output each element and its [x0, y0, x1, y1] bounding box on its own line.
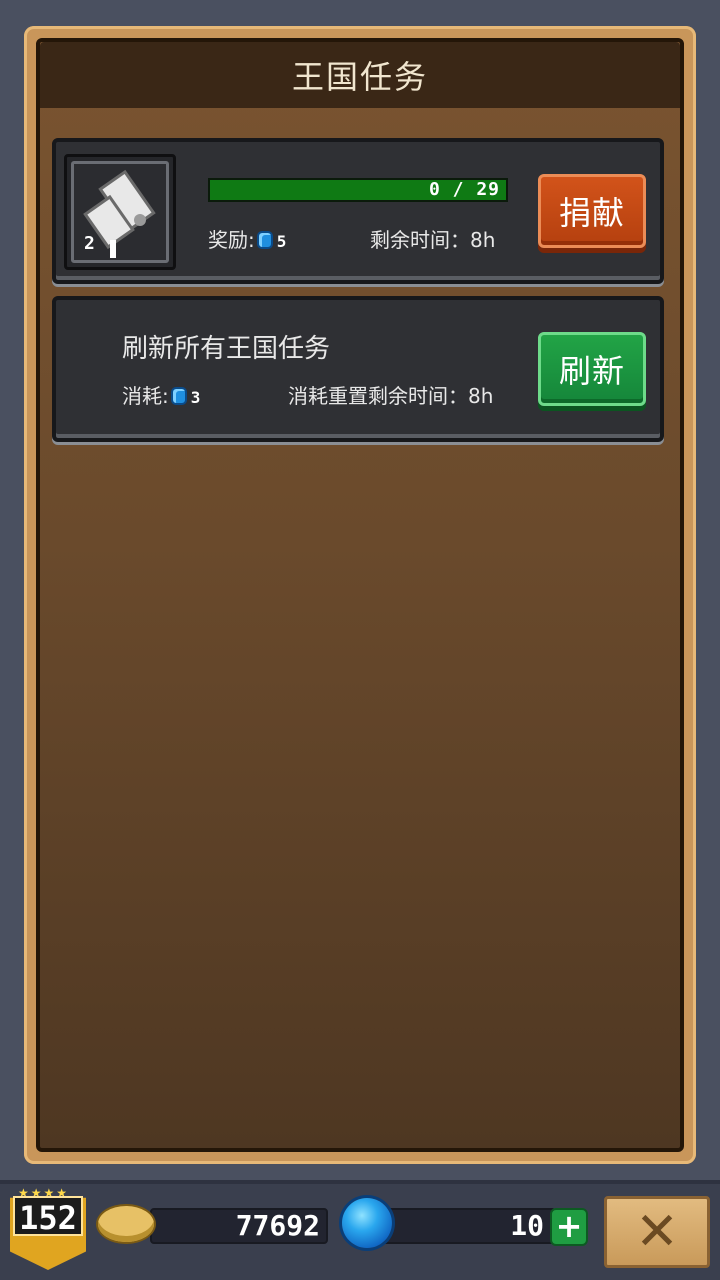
close-icon: ✕ — [635, 1202, 679, 1262]
coins-amount: 77692 — [235, 1209, 320, 1242]
cost-row: 消耗: 3 — [122, 380, 200, 409]
close-button[interactable]: ✕ — [604, 1196, 710, 1268]
gem-icon — [256, 231, 273, 249]
reward-row: 奖励: 5 — [208, 224, 286, 253]
refresh-button[interactable]: 刷新 — [538, 332, 646, 406]
donate-button[interactable]: 捐献 — [538, 174, 646, 248]
task-progress-bar: 0 / 29 — [208, 178, 508, 202]
gems-amount: 10 — [510, 1209, 544, 1242]
player-level: 152 — [13, 1196, 83, 1237]
refresh-tasks-card: 刷新所有王国任务 消耗: 3 消耗重置剩余时间：8h 刷新 — [52, 296, 664, 442]
cost-label: 消耗: — [122, 384, 169, 408]
task-progress-text: 0 / 29 — [428, 179, 500, 200]
add-gems-button[interactable]: + — [550, 1208, 588, 1246]
reward-amount: 5 — [276, 232, 287, 251]
gem-icon — [342, 1198, 392, 1248]
panel-header: 王国任务 — [40, 42, 680, 108]
gem-icon — [170, 387, 187, 405]
kingdom-task-screen: 王国任务 2 0 / 29 奖励: 5 剩余时间：8h 捐献 刷新所有王国任务 … — [0, 0, 720, 1280]
task-item-slot: 2 — [64, 154, 176, 270]
reward-label: 奖励: — [208, 228, 255, 252]
panel-title: 王国任务 — [291, 58, 428, 96]
coin-icon — [98, 1206, 154, 1242]
item-count: 2 — [84, 233, 95, 254]
refresh-title: 刷新所有王国任务 — [122, 334, 331, 364]
reset-time-remaining: 消耗重置剩余时间：8h — [288, 384, 494, 408]
task-item-frame: 2 — [71, 161, 169, 263]
task-time-remaining: 剩余时间：8h — [370, 228, 496, 252]
kingdom-task-card: 2 0 / 29 奖励: 5 剩余时间：8h 捐献 — [52, 138, 664, 284]
cost-amount: 3 — [190, 388, 201, 407]
